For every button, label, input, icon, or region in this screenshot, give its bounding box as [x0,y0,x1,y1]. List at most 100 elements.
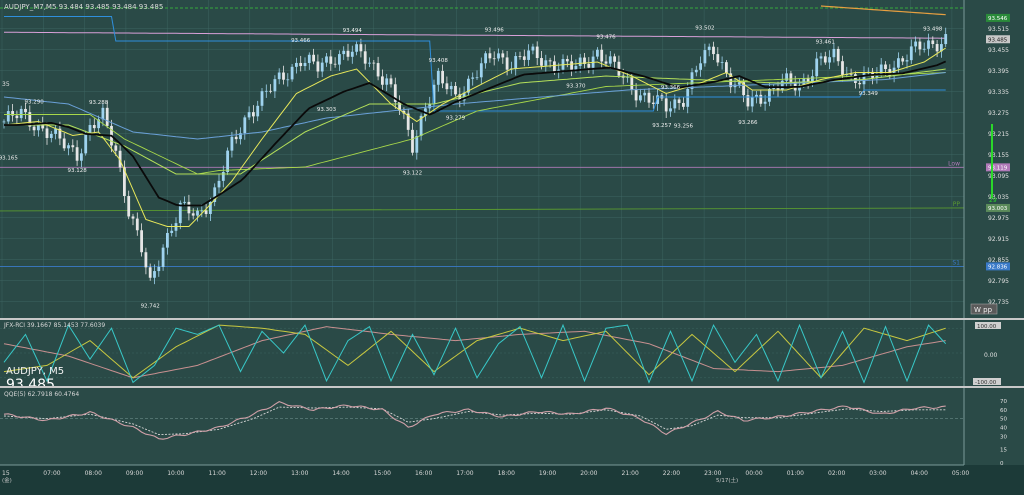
candle-body [492,58,496,60]
candle-body [234,136,238,140]
candle-body [544,60,548,66]
candle-body [780,80,784,91]
candle-body [836,48,840,62]
price-box-label: 93.003 [988,206,1008,212]
candle-body [372,62,376,64]
candle-body [166,232,169,248]
candle-body [204,210,208,214]
candle-body [191,213,195,216]
price-box-label: 93.119 [988,165,1008,171]
candle-body [694,69,698,73]
time-label: 12:00 [250,470,267,477]
candle-body [548,60,552,62]
candle-body [673,99,677,109]
candle-body [157,266,161,272]
candle-body [763,101,767,104]
candle-body [854,74,857,83]
candle-body [501,53,505,58]
qqe-panel-background [0,388,964,465]
candle-body [230,136,234,151]
candle-body [131,216,135,219]
candle-body [252,112,255,117]
price-axis-tick: 93.455 [988,47,1009,54]
candle-body [565,59,569,62]
peak-label: 93.303 [317,107,337,113]
separator-2 [0,386,1024,388]
candle-body [428,103,432,109]
candle-body [217,180,221,188]
candle-body [604,61,608,64]
price-axis-tick: 93.335 [988,89,1009,96]
candle-body [359,44,363,52]
time-label: 23:00 [704,470,721,477]
candle-body [497,53,500,59]
candle-body [2,121,6,123]
w-pp-label: W pp [974,306,993,314]
candle-body [80,153,83,161]
candle-body [505,57,509,70]
peak-label: 93.288 [89,100,109,106]
qqe-axis-tick: 50 [1000,417,1007,423]
candle-body [299,62,303,67]
candle-body [449,85,453,90]
candle-body [84,134,88,154]
candle-body [329,56,333,64]
time-label: 07:00 [43,470,60,477]
trough-label: 93.122 [403,170,422,176]
time-label: 10:00 [167,470,184,477]
candle-body [376,63,380,77]
time-axis [0,465,1024,491]
candle-body [114,145,118,151]
candle-body [488,53,492,59]
candle-body [32,126,36,131]
candle-body [518,56,522,57]
candle-body [454,85,457,95]
time-label: 14:00 [332,470,349,477]
peak-label: 93.366 [661,85,681,91]
candle-body [514,56,518,69]
peak-label: 93.408 [429,58,449,64]
candle-body [535,46,539,59]
qqe-title: QQE(5) 62.7918 60.4764 [4,391,79,398]
trough-label: 93.279 [446,115,466,121]
candle-body [682,102,685,107]
candle-body [901,58,905,62]
candle-body [707,46,711,51]
time-label: 05:00 [952,470,969,477]
candle-body [475,77,479,79]
candle-body [312,54,315,62]
qqe-axis-tick: 30 [1000,434,1007,440]
candle-body [677,99,681,103]
candle-body [634,89,638,101]
candle-body [127,195,131,217]
candle-body [815,58,819,77]
candle-body [24,108,27,113]
peak-label: 93.370 [566,84,586,90]
candle-body [664,98,668,112]
candle-body [531,46,535,51]
time-label: 03:00 [869,470,886,477]
time-label: 13:00 [291,470,308,477]
candle-body [338,54,341,65]
candle-body [686,88,690,107]
time-sub-left: (金) [2,476,12,484]
candle-body [720,62,724,63]
candle-body [651,102,655,104]
time-label: 16:00 [415,470,432,477]
candle-body [148,267,152,278]
rci-bottom-box-label: -100.00 [975,380,997,386]
candle-body [200,210,204,212]
candle-body [350,51,354,57]
price-box-label: 92.836 [988,264,1008,270]
candle-body [540,58,543,66]
candle-body [479,63,483,78]
candle-body [260,91,264,106]
price-axis-tick: 92.975 [988,215,1009,222]
candle-body [832,48,836,58]
candle-body [247,112,251,118]
candle-body [303,62,307,67]
candle-body [226,150,229,173]
candle-body [264,90,268,92]
trough-label: 93.256 [674,123,694,129]
candle-body [15,115,19,119]
